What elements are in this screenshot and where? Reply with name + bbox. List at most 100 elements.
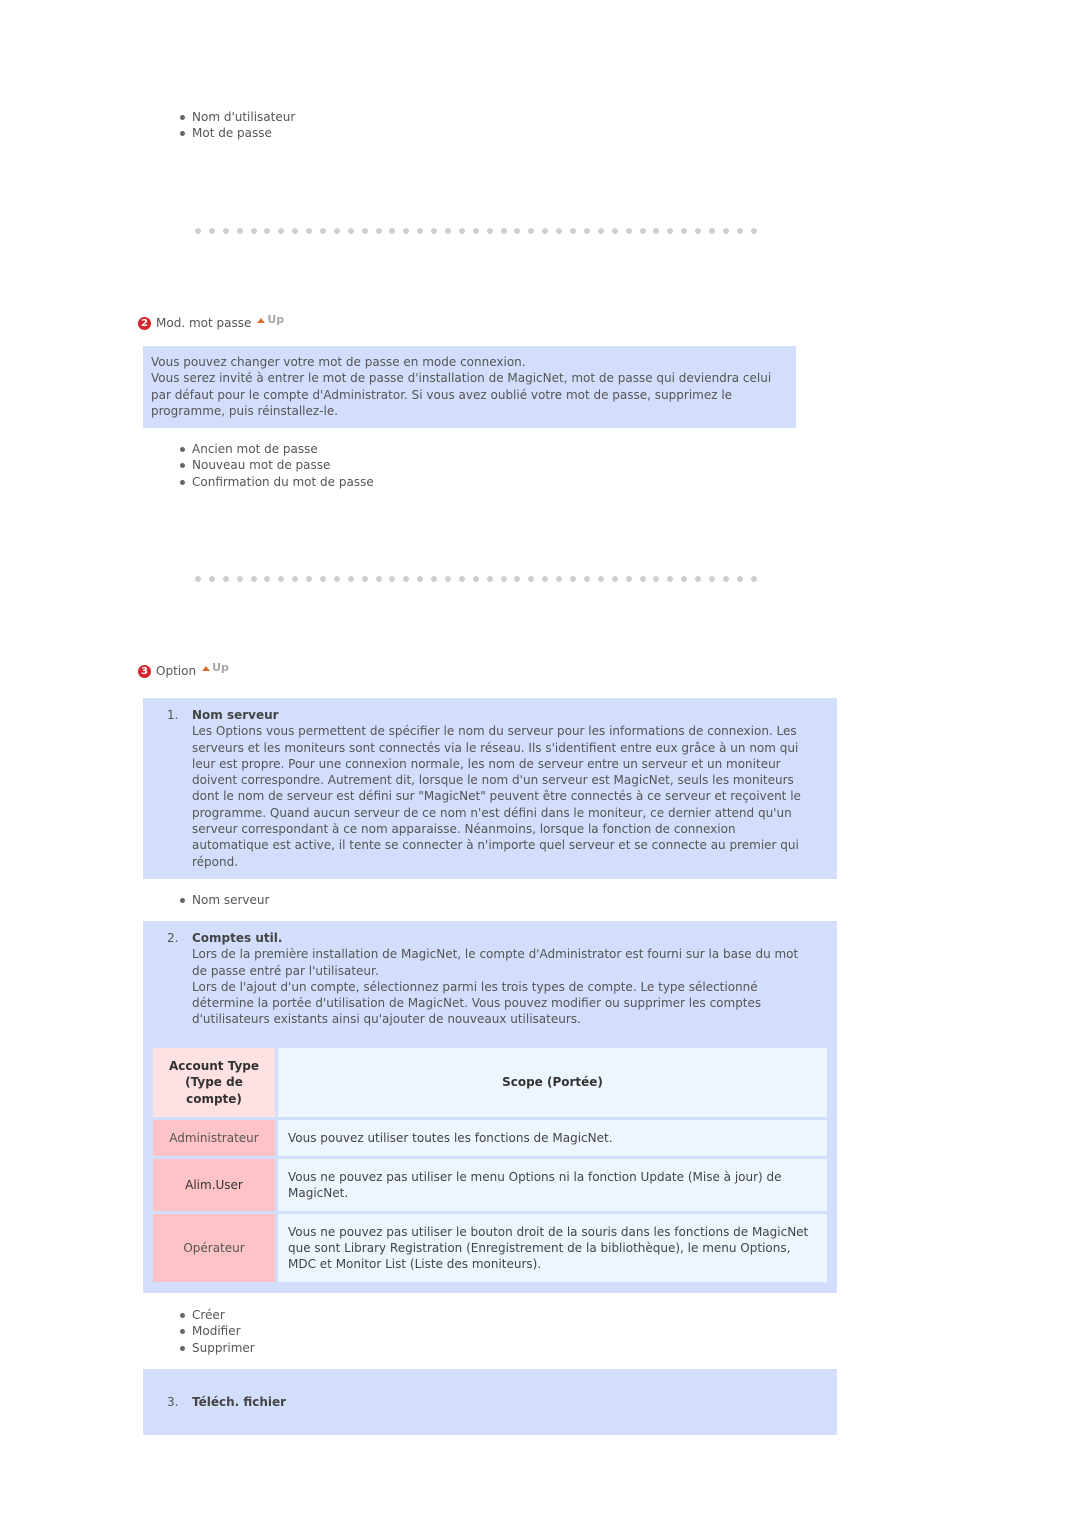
separator-dot-icon bbox=[611, 576, 618, 582]
account-type-table: Account Type (Type de compte) Scope (Por… bbox=[150, 1045, 830, 1285]
info-text: Vous pouvez changer votre mot de passe e… bbox=[151, 355, 526, 369]
list-item: Nouveau mot de passe bbox=[178, 457, 374, 473]
separator-dot-icon bbox=[195, 576, 201, 582]
separator-dot-icon bbox=[431, 228, 438, 234]
list-item: Confirmation du mot de passe bbox=[178, 474, 374, 490]
separator-dot-icon bbox=[556, 228, 563, 234]
separator-dot-icon bbox=[597, 228, 604, 234]
bullet-icon bbox=[180, 115, 185, 120]
item-number: 1. bbox=[167, 708, 179, 722]
separator-dot-icon bbox=[208, 576, 215, 582]
column-header-scope: Scope (Portée) bbox=[278, 1048, 827, 1117]
separator-dot-icon bbox=[278, 576, 285, 582]
separator-dot-icon bbox=[722, 576, 729, 582]
account-type-cell: Administrateur bbox=[153, 1120, 275, 1156]
server-list: Nom serveur bbox=[178, 892, 269, 908]
separator-dot-icon bbox=[347, 576, 354, 582]
separator-dot-icon bbox=[278, 228, 285, 234]
separator-dot-icon bbox=[639, 228, 646, 234]
table-row: Alim.User Vous ne pouvez pas utiliser le… bbox=[153, 1159, 827, 1211]
separator-dot-icon bbox=[653, 228, 660, 234]
separator-dot-icon bbox=[736, 228, 743, 234]
account-actions-list: Créer Modifier Supprimer bbox=[178, 1307, 255, 1356]
section-title: Option bbox=[156, 664, 197, 678]
separator-dot-icon bbox=[250, 228, 257, 234]
bullet-icon bbox=[180, 1313, 185, 1318]
table-row: Administrateur Vous pouvez utiliser tout… bbox=[153, 1120, 827, 1156]
separator-dot-icon bbox=[695, 576, 702, 582]
separator-dot-icon bbox=[306, 576, 313, 582]
password-field-list: Ancien mot de passe Nouveau mot de passe… bbox=[178, 441, 374, 490]
option-item-telech-fichier: 3. Téléch. fichier bbox=[143, 1369, 837, 1435]
option-item-comptes-util: 2. Comptes util. Lors de la première ins… bbox=[143, 921, 837, 1293]
number-badge-icon: 3 bbox=[138, 664, 151, 678]
up-arrow-icon bbox=[202, 665, 211, 671]
separator-dot-icon bbox=[320, 228, 327, 234]
separator-dot-icon bbox=[750, 228, 757, 234]
bullet-icon bbox=[180, 898, 185, 903]
separator-dot-icon bbox=[708, 228, 715, 234]
separator-dot-icon bbox=[347, 228, 354, 234]
separator-dot-icon bbox=[583, 576, 590, 582]
separator-dot-icon bbox=[458, 576, 465, 582]
list-item: Ancien mot de passe bbox=[178, 441, 374, 457]
section-heading-option: 3 Option Up bbox=[138, 660, 229, 679]
bullet-icon bbox=[180, 463, 185, 469]
separator-dot-icon bbox=[570, 576, 577, 582]
separator-dot-icon bbox=[195, 228, 201, 234]
separator-dot-icon bbox=[445, 576, 452, 582]
info-text: Vous serez invité à entrer le mot de pas… bbox=[151, 371, 772, 418]
account-type-cell: Opérateur bbox=[153, 1214, 275, 1282]
separator-dot-icon bbox=[292, 228, 299, 234]
separator-dot-icon bbox=[514, 576, 521, 582]
separator-dot-icon bbox=[736, 576, 743, 582]
separator-dot-icon bbox=[681, 576, 688, 582]
separator-dot-icon bbox=[375, 228, 382, 234]
separator-dot-icon bbox=[222, 228, 229, 234]
top-bullet-list: Nom d'utilisateur Mot de passe bbox=[178, 109, 295, 142]
list-item: Créer bbox=[178, 1307, 255, 1323]
separator-dot-icon bbox=[639, 576, 646, 582]
item-description: Lors de l'ajout d'un compte, sélectionne… bbox=[192, 979, 762, 1027]
up-link[interactable]: Up bbox=[257, 312, 284, 328]
scope-cell: Vous ne pouvez pas utiliser le menu Opti… bbox=[278, 1159, 827, 1211]
column-header-account-type: Account Type (Type de compte) bbox=[153, 1048, 275, 1117]
separator-dot-icon bbox=[361, 228, 368, 234]
account-type-cell: Alim.User bbox=[153, 1159, 275, 1211]
separator-dot-icon bbox=[361, 576, 368, 582]
separator-dot-icon bbox=[653, 576, 660, 582]
list-item: Mot de passe bbox=[178, 125, 295, 141]
bullet-icon bbox=[180, 1345, 185, 1351]
separator-dot-icon bbox=[472, 576, 479, 582]
separator-dot-icon bbox=[625, 228, 632, 234]
separator-dot-icon bbox=[236, 228, 243, 234]
separator-dot-icon bbox=[264, 228, 271, 234]
separator-dot-icon bbox=[542, 576, 549, 582]
account-type-table-wrapper: Account Type (Type de compte) Scope (Por… bbox=[150, 1045, 830, 1285]
list-item: Supprimer bbox=[178, 1340, 255, 1356]
number-badge-icon: 2 bbox=[138, 316, 151, 330]
separator-dot-icon bbox=[417, 228, 424, 234]
separator-dot-icon bbox=[486, 228, 493, 234]
separator-dot-icon bbox=[556, 576, 563, 582]
section-heading-mod-mot-passe: 2 Mod. mot passe Up bbox=[138, 312, 284, 331]
separator-dot-icon bbox=[528, 228, 535, 234]
separator-dot-icon bbox=[320, 576, 327, 582]
separator-dot-icon bbox=[417, 576, 424, 582]
separator-dot-icon bbox=[375, 576, 382, 582]
item-description: Les Options vous permettent de spécifier… bbox=[192, 724, 801, 869]
separator-dot-icon bbox=[542, 228, 549, 234]
separator-dot-icon bbox=[403, 576, 410, 582]
separator-dot-icon bbox=[472, 228, 479, 234]
item-title: Nom serveur bbox=[192, 708, 279, 722]
separator-dot-icon bbox=[570, 228, 577, 234]
dotted-separator bbox=[195, 576, 757, 582]
separator-dot-icon bbox=[389, 576, 396, 582]
list-item: Nom d'utilisateur bbox=[178, 109, 295, 125]
separator-dot-icon bbox=[625, 576, 632, 582]
info-box-password: Vous pouvez changer votre mot de passe e… bbox=[143, 346, 796, 428]
section-title: Mod. mot passe bbox=[156, 316, 252, 330]
separator-dot-icon bbox=[708, 576, 715, 582]
up-link[interactable]: Up bbox=[202, 660, 229, 676]
item-title: Téléch. fichier bbox=[192, 1395, 287, 1409]
